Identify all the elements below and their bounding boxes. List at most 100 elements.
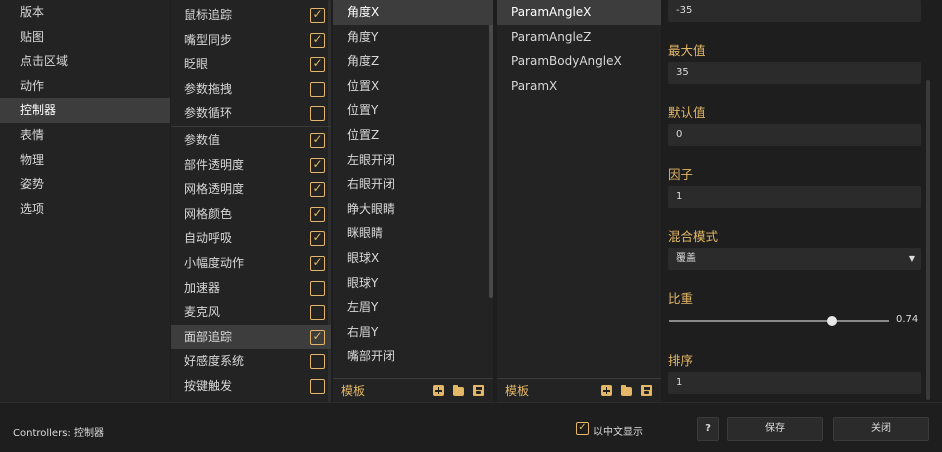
feature-checkbox[interactable]	[310, 379, 325, 394]
check-icon: ✓	[312, 181, 323, 196]
model-param-item[interactable]: ParamX	[497, 74, 661, 99]
model-param-item[interactable]: ParamAngleX	[497, 0, 661, 25]
face-param-item[interactable]: 眼球X	[333, 246, 493, 271]
face-param-item[interactable]: 右眼开闭	[333, 172, 493, 197]
feature-checkbox[interactable]	[310, 106, 325, 122]
face-param-item[interactable]: 眼球Y	[333, 271, 493, 296]
feature-checkbox[interactable]: ✓	[310, 231, 325, 247]
feature-label: 网格颜色	[184, 206, 233, 221]
feature-label: 部件透明度	[184, 157, 245, 172]
category-item[interactable]: 动作	[0, 74, 170, 99]
face-param-item[interactable]: 左眼开闭	[333, 148, 493, 173]
feature-row[interactable]: 嘴型同步 ✓	[171, 28, 331, 53]
feature-checkbox[interactable]: ✓	[310, 181, 325, 198]
feature-row[interactable]: 网格透明度 ✓	[171, 177, 331, 202]
min-value-field[interactable]: -35	[668, 0, 921, 22]
face-param-item[interactable]: 左眉Y	[333, 295, 493, 320]
face-param-item[interactable]: 位置Z	[333, 123, 493, 148]
show-chinese-checkbox[interactable]: ✓	[576, 422, 589, 435]
property-panel: -35 最大值 35 默认值 0 因子 1 混合模式 覆盖 ▼ 比重 0.74 …	[662, 0, 942, 402]
feature-row[interactable]: 加速器	[171, 276, 331, 301]
blend-mode-select[interactable]: 覆盖 ▼	[668, 248, 921, 270]
feature-checkbox[interactable]: ✓	[310, 328, 325, 345]
blend-mode-value: 覆盖	[676, 253, 696, 264]
feature-checkbox[interactable]: ✓	[310, 206, 325, 222]
show-chinese-label[interactable]: 以中文显示	[593, 423, 643, 438]
category-item[interactable]: 表情	[0, 123, 170, 148]
check-icon: ✓	[312, 156, 323, 171]
feature-row[interactable]: 参数循环	[171, 101, 331, 126]
feature-checkbox[interactable]	[310, 354, 325, 370]
weight-label: 比重	[668, 291, 694, 306]
order-label: 排序	[668, 353, 694, 368]
factor-label: 因子	[668, 167, 694, 182]
face-param-item[interactable]: 角度X	[333, 0, 493, 25]
property-panel-scrollbar[interactable]	[926, 80, 930, 400]
feature-row[interactable]: 网格颜色 ✓	[171, 202, 331, 227]
weight-slider-thumb[interactable]	[826, 316, 837, 326]
face-param-item[interactable]: 右眉Y	[333, 320, 493, 345]
order-field[interactable]: 1	[668, 372, 921, 394]
blend-mode-label: 混合模式	[668, 229, 719, 244]
category-item[interactable]: 点击区域	[0, 49, 170, 74]
save-icon[interactable]	[641, 385, 652, 396]
category-item[interactable]: 选项	[0, 197, 170, 222]
category-item[interactable]: 贴图	[0, 25, 170, 50]
plus-icon[interactable]	[433, 385, 444, 396]
feature-row[interactable]: 参数值 ✓	[171, 128, 331, 153]
max-value-field[interactable]: 35	[668, 62, 921, 84]
feature-checkbox[interactable]: ✓	[310, 133, 325, 148]
feature-row[interactable]: 部件透明度 ✓	[171, 153, 331, 178]
model-param-item[interactable]: ParamBodyAngleX	[497, 49, 661, 74]
category-item[interactable]: 物理	[0, 148, 170, 173]
default-value-label: 默认值	[668, 105, 706, 120]
feature-row[interactable]: 按键触发	[171, 374, 331, 399]
feature-checkbox[interactable]	[310, 280, 325, 296]
save-button[interactable]: 保存	[727, 417, 823, 441]
face-param-item[interactable]: 嘴部开闭	[333, 344, 493, 369]
feature-row[interactable]: 自动呼吸 ✓	[171, 226, 331, 251]
caret-down-icon: ▼	[908, 254, 915, 263]
feature-label: 参数拖拽	[184, 81, 233, 96]
help-icon[interactable]: ?	[697, 417, 719, 441]
feature-row[interactable]: 小幅度动作 ✓	[171, 251, 331, 276]
category-item[interactable]: 版本	[0, 0, 170, 25]
feature-checkbox[interactable]	[310, 81, 325, 97]
close-button[interactable]: 关闭	[833, 417, 929, 441]
feature-row[interactable]: 好感度系统	[171, 349, 331, 374]
category-item[interactable]: 控制器	[0, 98, 170, 123]
factor-field[interactable]: 1	[668, 186, 921, 208]
category-item[interactable]: 姿势	[0, 172, 170, 197]
template-label: 模板	[341, 384, 366, 398]
model-param-item[interactable]: ParamAngleZ	[497, 25, 661, 50]
feature-row[interactable]: 参数拖拽	[171, 77, 331, 102]
weight-slider-track[interactable]	[669, 320, 889, 322]
face-param-item[interactable]: 位置X	[333, 74, 493, 99]
face-param-item[interactable]: 角度Y	[333, 25, 493, 50]
feature-row[interactable]: 面部追踪 ✓	[171, 324, 331, 350]
face-param-item[interactable]: 位置Y	[333, 98, 493, 123]
check-icon: ✓	[312, 328, 323, 343]
feature-label: 小幅度动作	[184, 256, 245, 270]
save-icon[interactable]	[473, 385, 484, 396]
feature-checkbox[interactable]: ✓	[310, 8, 325, 23]
feature-checkbox[interactable]	[310, 305, 325, 321]
face-param-item[interactable]: 睁大眼睛	[333, 197, 493, 222]
feature-group-divider	[171, 126, 331, 127]
feature-checkbox[interactable]: ✓	[310, 256, 325, 271]
feature-row[interactable]: 眨眼 ✓	[171, 52, 331, 77]
weight-value: 0.74	[896, 314, 919, 325]
face-param-item[interactable]: 眯眼睛	[333, 221, 493, 246]
default-value-field[interactable]: 0	[668, 124, 921, 146]
feature-row[interactable]: 麦克风	[171, 300, 331, 325]
face-param-item[interactable]: 角度Z	[333, 49, 493, 74]
folder-icon[interactable]	[453, 385, 464, 396]
feature-label: 眨眼	[184, 57, 209, 72]
feature-row[interactable]: 鼠标追踪 ✓	[171, 3, 331, 28]
feature-checkbox[interactable]: ✓	[310, 57, 325, 73]
folder-icon[interactable]	[621, 385, 632, 396]
plus-icon[interactable]	[601, 385, 612, 396]
feature-checkbox[interactable]: ✓	[310, 32, 325, 48]
feature-label: 参数循环	[184, 106, 233, 121]
feature-checkbox[interactable]: ✓	[310, 156, 325, 173]
